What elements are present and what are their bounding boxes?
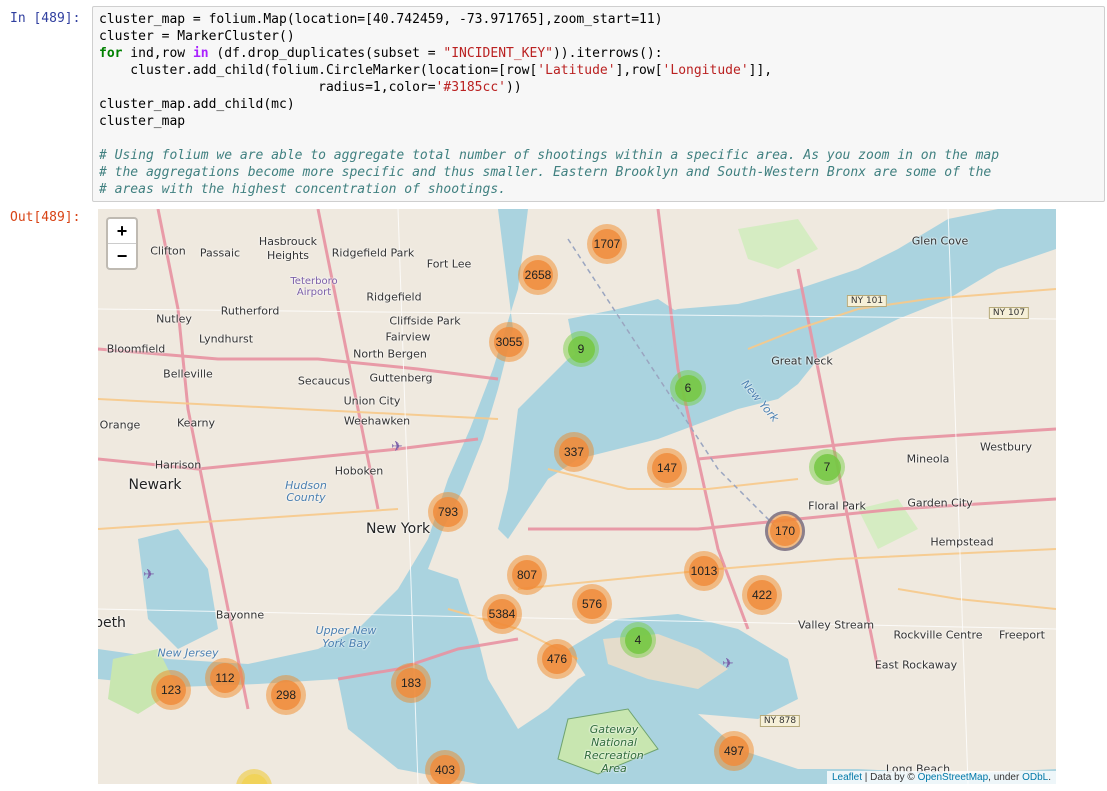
place-secaucus: Secaucus bbox=[297, 374, 351, 388]
place-belleville: Belleville bbox=[163, 367, 213, 381]
cluster-marker[interactable]: 576 bbox=[572, 584, 612, 624]
cluster-marker[interactable]: 403 bbox=[425, 750, 465, 784]
zoom-control: + − bbox=[106, 217, 138, 270]
cluster-marker[interactable]: 337 bbox=[554, 432, 594, 472]
place-hempstead: Hempstead bbox=[930, 535, 994, 549]
place-clifton: Clifton bbox=[150, 244, 186, 258]
cluster-marker[interactable]: 476 bbox=[537, 639, 577, 679]
cluster-marker[interactable]: 422 bbox=[742, 575, 782, 615]
input-prompt: In [489]: bbox=[10, 11, 81, 26]
leaflet-link[interactable]: Leaflet bbox=[832, 772, 862, 783]
cluster-marker[interactable]: 807 bbox=[507, 555, 547, 595]
place-rutherford: Rutherford bbox=[220, 304, 280, 318]
place-nutley: Nutley bbox=[156, 312, 192, 326]
highway-shield-ny878: NY 878 bbox=[759, 715, 801, 727]
place-union-city: Union City bbox=[343, 394, 401, 408]
place-hudson-county: Hudson County bbox=[285, 479, 327, 504]
cluster-map[interactable]: Clifton Passaic Hasbrouck Heights Ridgef… bbox=[98, 209, 1056, 784]
airport-plane-icon: ✈ bbox=[143, 567, 155, 583]
place-kearny: Kearny bbox=[177, 416, 215, 430]
place-gateway-recreation-area: Gateway National Recreation Area bbox=[584, 723, 644, 775]
openstreetmap-link[interactable]: OpenStreetMap bbox=[918, 772, 989, 783]
place-mineola: Mineola bbox=[906, 452, 950, 466]
cluster-marker-selected[interactable]: 170 bbox=[765, 511, 805, 551]
code-text: cluster_map = folium.Map(location=[40.74… bbox=[99, 12, 1000, 197]
odbl-link[interactable]: ODbL bbox=[1022, 772, 1048, 783]
place-new-jersey: New Jersey bbox=[157, 646, 219, 660]
cluster-marker[interactable]: 5384 bbox=[482, 594, 522, 634]
cluster-marker[interactable]: 1013 bbox=[684, 551, 724, 591]
highway-shield-ny107: NY 107 bbox=[988, 307, 1030, 319]
place-passaic: Passaic bbox=[199, 246, 241, 260]
place-cliffside-park: Cliffside Park bbox=[389, 314, 461, 328]
place-upper-new-york-bay: Upper New York Bay bbox=[315, 624, 377, 650]
cluster-marker[interactable]: 2658 bbox=[518, 255, 558, 295]
place-garden-city: Garden City bbox=[907, 496, 973, 510]
place-floral-park: Floral Park bbox=[808, 499, 866, 513]
place-weehawken: Weehawken bbox=[343, 414, 411, 428]
cluster-marker[interactable]: 1707 bbox=[587, 224, 627, 264]
map-attribution: Leaflet | Data by © OpenStreetMap, under… bbox=[826, 771, 1056, 784]
place-teterboro-airport: Teterboro Airport bbox=[290, 276, 338, 298]
cluster-marker[interactable]: 147 bbox=[647, 448, 687, 488]
cluster-marker[interactable]: 793 bbox=[428, 492, 468, 532]
place-freeport: Freeport bbox=[999, 628, 1045, 642]
place-new-york: New York bbox=[365, 521, 431, 537]
cluster-marker[interactable]: 183 bbox=[391, 663, 431, 703]
place-east-rockaway: East Rockaway bbox=[874, 658, 958, 672]
code-cell[interactable]: cluster_map = folium.Map(location=[40.74… bbox=[92, 6, 1105, 202]
place-great-neck: Great Neck bbox=[771, 354, 833, 368]
cluster-marker[interactable]: 298 bbox=[266, 675, 306, 715]
zoom-out-button[interactable]: − bbox=[108, 243, 136, 268]
place-hoboken: Hoboken bbox=[334, 464, 384, 478]
place-ridgefield: Ridgefield bbox=[366, 290, 422, 304]
place-lyndhurst: Lyndhurst bbox=[198, 332, 254, 346]
place-guttenberg: Guttenberg bbox=[369, 371, 433, 385]
place-glen-cove: Glen Cove bbox=[911, 234, 969, 248]
place-newark: Newark bbox=[128, 477, 182, 493]
cluster-marker[interactable]: 7 bbox=[809, 449, 845, 485]
cluster-marker[interactable]: 112 bbox=[205, 658, 245, 698]
place-valley-stream: Valley Stream bbox=[797, 618, 875, 632]
place-ridgefield-park: Ridgefield Park bbox=[331, 246, 415, 260]
place-westbury: Westbury bbox=[979, 440, 1033, 454]
zoom-in-button[interactable]: + bbox=[108, 219, 136, 243]
place-north-bergen: North Bergen bbox=[353, 347, 427, 361]
heliport-plane-icon: ✈ bbox=[391, 439, 403, 455]
cluster-marker[interactable]: 3055 bbox=[489, 322, 529, 362]
place-orange: Orange bbox=[99, 418, 141, 432]
cluster-marker[interactable]: 4 bbox=[620, 622, 656, 658]
place-bloomfield: Bloomfield bbox=[106, 342, 166, 356]
place-fort-lee: Fort Lee bbox=[426, 257, 472, 271]
place-elizabeth: beth bbox=[98, 615, 126, 631]
place-harrison: Harrison bbox=[154, 458, 202, 472]
output-prompt: Out[489]: bbox=[10, 210, 81, 225]
place-hasbrouck-heights: Hasbrouck Heights bbox=[258, 235, 318, 262]
place-rockville-centre: Rockville Centre bbox=[893, 628, 983, 642]
cluster-marker[interactable]: 9 bbox=[563, 331, 599, 367]
cluster-marker[interactable]: 6 bbox=[670, 370, 706, 406]
cluster-marker[interactable]: 123 bbox=[151, 670, 191, 710]
highway-shield-ny101: NY 101 bbox=[846, 295, 888, 307]
place-fairview: Fairview bbox=[385, 330, 431, 344]
place-bayonne: Bayonne bbox=[215, 608, 265, 622]
cluster-marker[interactable]: 497 bbox=[714, 731, 754, 771]
jfk-plane-icon: ✈ bbox=[722, 656, 734, 672]
